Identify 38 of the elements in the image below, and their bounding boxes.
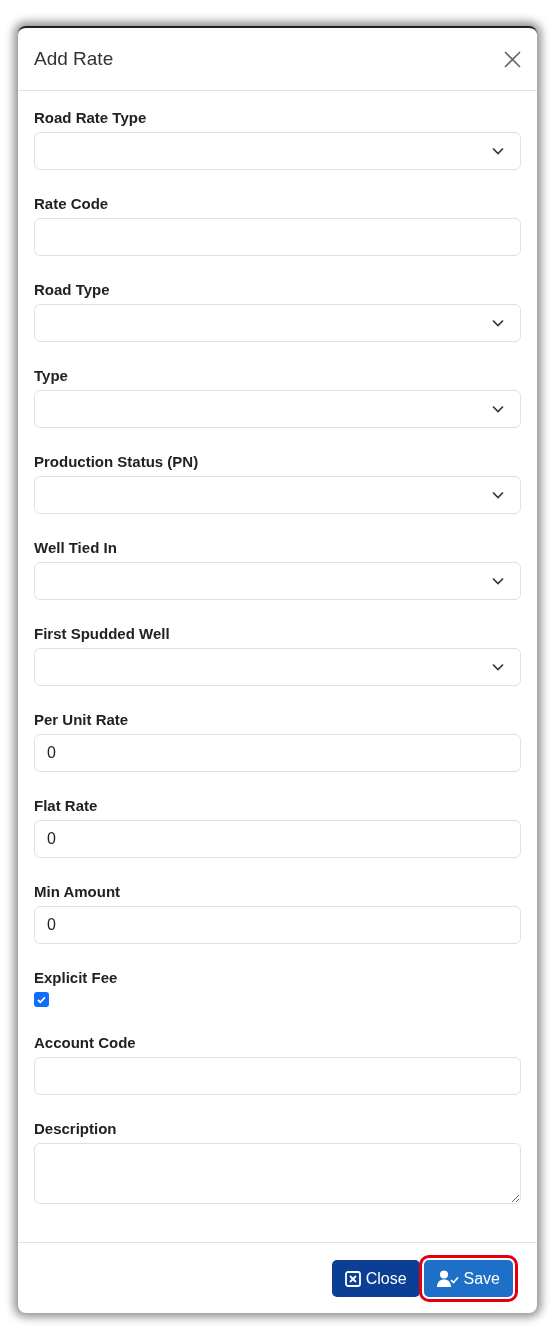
field-label: Type — [34, 366, 69, 386]
input-field[interactable] — [34, 1057, 521, 1095]
text-area[interactable] — [34, 1143, 521, 1204]
field-label: Rate Code — [34, 194, 110, 214]
chevron-down-icon — [492, 491, 504, 499]
input-field[interactable] — [34, 218, 521, 256]
select-field[interactable] — [34, 132, 521, 170]
chevron-down-icon — [492, 663, 504, 671]
field-label: Description — [34, 1119, 118, 1139]
close-square-icon — [344, 1270, 361, 1287]
field-label: Per Unit Rate — [34, 710, 130, 730]
checkbox[interactable] — [34, 992, 49, 1007]
chevron-down-icon — [492, 577, 504, 585]
select-field[interactable] — [34, 562, 521, 600]
field-label: Well Tied In — [34, 538, 118, 558]
user-check-icon — [436, 1270, 459, 1287]
input-field[interactable]: 0 — [34, 734, 521, 772]
input-field[interactable]: 0 — [34, 906, 521, 944]
select-field[interactable] — [34, 390, 521, 428]
field-label: Flat Rate — [34, 796, 99, 816]
field-label: Account Code — [34, 1033, 137, 1053]
input-field[interactable]: 0 — [34, 820, 521, 858]
field-label: Min Amount — [34, 882, 122, 902]
field-label: First Spudded Well — [34, 624, 171, 644]
select-field[interactable] — [34, 476, 521, 514]
check-icon — [37, 995, 46, 1004]
chevron-down-icon — [492, 147, 504, 155]
close-button[interactable]: Close — [331, 1260, 420, 1297]
field-label: Production Status (PN) — [34, 452, 200, 472]
chevron-down-icon — [492, 319, 504, 327]
field-label: Explicit Fee — [34, 968, 119, 988]
close-icon[interactable] — [504, 50, 521, 68]
select-field[interactable] — [34, 304, 521, 342]
dialog-title: Add Rate — [34, 48, 114, 70]
field-label: Road Rate Type — [34, 108, 148, 128]
chevron-down-icon — [492, 405, 504, 413]
field-label: Road Type — [34, 280, 111, 300]
select-field[interactable] — [34, 648, 521, 686]
